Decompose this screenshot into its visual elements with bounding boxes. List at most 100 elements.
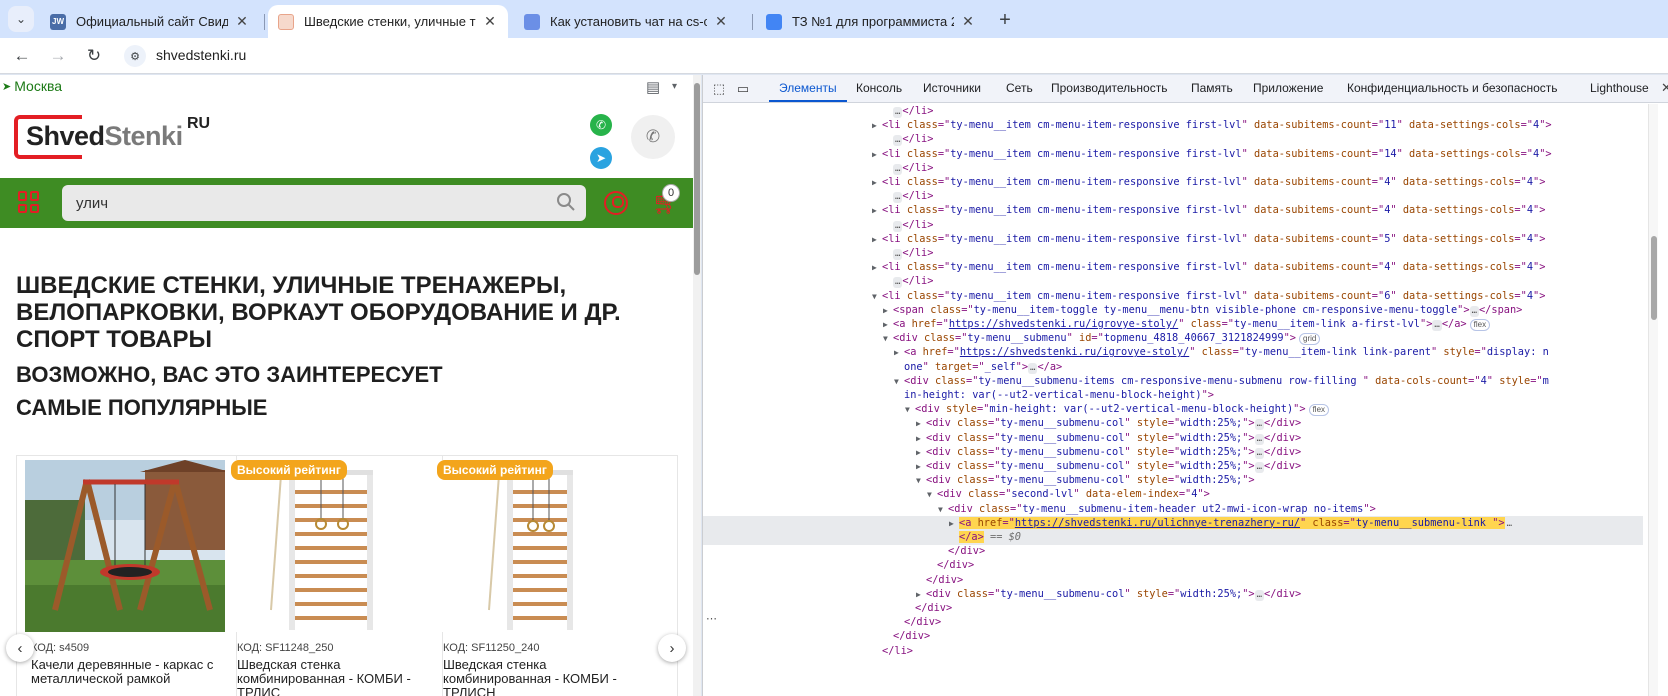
product-card[interactable]: КОД: s4509 Качели деревянные - каркас с …	[17, 456, 237, 696]
dom-node-line[interactable]: </div>	[703, 544, 1643, 559]
devtools-tab-network[interactable]: Сеть	[1006, 81, 1033, 95]
product-image-wall-bars[interactable]	[231, 460, 431, 632]
dom-node-line[interactable]: ▶ <li class="ty-menu__item cm-menu-item-r…	[703, 232, 1643, 247]
site-scrollbar[interactable]	[693, 75, 701, 696]
dom-node-line[interactable]: </div>	[703, 573, 1643, 588]
expanded-triangle-icon[interactable]: ▼	[905, 402, 915, 417]
dom-node-line[interactable]: … </li>	[703, 246, 1643, 261]
ellipsis-icon[interactable]: …	[893, 107, 903, 118]
devtools-tab-sources[interactable]: Источники	[923, 81, 981, 95]
dom-node-line[interactable]: ▶ <span class="ty-menu__item-toggle ty-me…	[703, 303, 1643, 318]
collapsed-triangle-icon[interactable]: ▶	[916, 445, 926, 460]
back-button[interactable]: ←	[10, 44, 34, 68]
close-icon[interactable]: ✕	[482, 13, 498, 30]
address-bar[interactable]: shvedstenki.ru	[156, 47, 246, 63]
whatsapp-icon[interactable]: ✆	[590, 114, 612, 136]
dom-node-line[interactable]: … </li>	[703, 274, 1643, 289]
dom-node-line[interactable]: </li>	[703, 644, 1643, 659]
ellipsis-icon[interactable]: …	[893, 277, 903, 289]
ellipsis-icon[interactable]: …	[1254, 589, 1265, 601]
account-icon[interactable]	[604, 191, 628, 215]
dom-node-line[interactable]: one" target="_self">… </a>	[703, 360, 1643, 375]
scrollbar-thumb[interactable]	[694, 83, 700, 275]
collapsed-triangle-icon[interactable]: ▶	[872, 232, 882, 247]
ellipsis-icon[interactable]: …	[1254, 419, 1265, 431]
dom-tree-scrollbar[interactable]	[1648, 104, 1658, 696]
collapsed-triangle-icon[interactable]: ▶	[872, 203, 882, 218]
product-card[interactable]: Высокий рейтинг КОД: SF11250_240 Шведска…	[429, 456, 649, 696]
dom-node-line[interactable]: </div>	[703, 629, 1643, 644]
close-icon[interactable]: ✕	[713, 13, 729, 30]
ellipsis-icon[interactable]: …	[893, 192, 903, 204]
collapsed-triangle-icon[interactable]: ▶	[916, 587, 926, 602]
tab-jw[interactable]: JW Официальный сайт Свидетел ✕	[40, 5, 260, 38]
collapsed-triangle-icon[interactable]: ▶	[872, 260, 882, 275]
collapsed-triangle-icon[interactable]: ▶	[916, 416, 926, 431]
ellipsis-icon[interactable]: …	[893, 220, 903, 232]
tab-shvedstenki[interactable]: Шведские стенки, уличные тре ✕	[268, 5, 508, 38]
product-name[interactable]: Шведская стенка комбинированная - КОМБИ …	[237, 658, 437, 696]
ellipsis-icon[interactable]: …	[893, 163, 903, 175]
product-image-wall-bars[interactable]	[437, 460, 637, 632]
ellipsis-icon[interactable]: …	[1254, 462, 1265, 473]
chevron-down-icon[interactable]: ▾	[672, 81, 677, 92]
collapsed-triangle-icon[interactable]: ▶	[916, 459, 926, 474]
dom-node-line[interactable]: ▶ <div class="ty-menu__submenu-col" style…	[703, 431, 1643, 446]
dom-node-line[interactable]: ▶ <a href="https://shvedstenki.ru/igrovye…	[703, 345, 1643, 360]
collapsed-triangle-icon[interactable]: ▶	[872, 175, 882, 190]
ellipsis-icon[interactable]: …	[1254, 433, 1265, 445]
dom-node-line[interactable]: in-height: var(--ut2-vertical-menu-block…	[703, 388, 1643, 403]
dom-node-line[interactable]: ▼ <div class="second-lvl" data-elem-index…	[703, 487, 1643, 502]
devtools-tab-lighthouse[interactable]: Lighthouse	[1590, 81, 1649, 95]
dom-node-line[interactable]: ▶ <li class="ty-menu__item cm-menu-item-r…	[703, 260, 1643, 275]
collapsed-triangle-icon[interactable]: ▶	[949, 516, 959, 531]
devtools-tab-performance[interactable]: Производительность	[1051, 81, 1167, 95]
ellipsis-icon[interactable]: …	[893, 135, 903, 147]
close-icon[interactable]: ✕	[960, 13, 976, 30]
new-tab-button[interactable]: +	[992, 7, 1018, 33]
devtools-tab-application[interactable]: Приложение	[1253, 81, 1323, 95]
expanded-triangle-icon[interactable]: ▼	[872, 289, 882, 304]
devtools-tab-privacy[interactable]: Конфиденциальность и безопасность	[1347, 81, 1558, 95]
reading-mode-icon[interactable]: ▤	[646, 78, 660, 96]
product-image-swing[interactable]	[25, 460, 225, 632]
dom-node-line[interactable]: </div>	[703, 615, 1643, 630]
callback-button[interactable]: ✆	[631, 115, 675, 159]
search-icon[interactable]	[556, 192, 576, 212]
expanded-triangle-icon[interactable]: ▼	[938, 502, 948, 517]
scrollbar-thumb[interactable]	[1651, 236, 1657, 320]
reload-button[interactable]: ↻	[82, 44, 106, 68]
product-name[interactable]: Качели деревянные - каркас с металлическ…	[31, 658, 231, 686]
catalog-grid-icon[interactable]	[18, 191, 40, 213]
dom-node-line[interactable]: ▼ <div style="min-height: var(--ut2-verti…	[703, 402, 1643, 417]
dom-node-line[interactable]: ▼ <div class="ty-menu__submenu-items cm-r…	[703, 374, 1643, 389]
dom-node-line[interactable]: </div>	[703, 558, 1643, 573]
telegram-icon[interactable]: ➤	[590, 147, 612, 169]
dom-node-line[interactable]: ▶ <li class="ty-menu__item cm-menu-item-r…	[703, 118, 1643, 133]
dom-node-line[interactable]: ▶ <li class="ty-menu__item cm-menu-item-r…	[703, 203, 1643, 218]
tab-docs[interactable]: ТЗ №1 для программиста 2025 ✕	[756, 5, 986, 38]
expanded-triangle-icon[interactable]: ▼	[916, 473, 926, 488]
close-icon[interactable]: ✕	[234, 13, 250, 30]
site-logo[interactable]: ShvedStenki RU	[14, 115, 214, 163]
city-selector[interactable]: ➤ Москва	[2, 78, 62, 94]
dom-node-line[interactable]: ▶ <a href="https://shvedstenki.ru/ulichny…	[703, 515, 1643, 531]
ellipsis-icon[interactable]: …	[1504, 518, 1515, 530]
dom-node-line[interactable]: ▼ <li class="ty-menu__item cm-menu-item-r…	[703, 289, 1643, 304]
collapsed-triangle-icon[interactable]: ▶	[894, 345, 904, 360]
site-info-button[interactable]: ⚙	[124, 45, 146, 67]
collapsed-triangle-icon[interactable]: ▶	[916, 431, 926, 446]
expanded-triangle-icon[interactable]: ▼	[883, 331, 893, 346]
devtools-tab-memory[interactable]: Память	[1191, 81, 1233, 95]
dom-node-line[interactable]: … </li>	[703, 104, 1643, 119]
collapsed-triangle-icon[interactable]: ▶	[883, 303, 893, 318]
devtools-tab-elements[interactable]: Элементы	[779, 81, 837, 95]
dom-node-line[interactable]: ▶ <li class="ty-menu__item cm-menu-item-r…	[703, 147, 1643, 162]
search-input[interactable]	[76, 193, 516, 213]
tab-cs-cart[interactable]: Как установить чат на cs-cart7 ✕	[514, 5, 739, 38]
dom-node-line[interactable]: </a> == $0	[703, 530, 1643, 545]
dom-node-line[interactable]: … </li>	[703, 218, 1643, 233]
dom-node-line[interactable]: ▶ <a href="https://shvedstenki.ru/igrovye…	[703, 317, 1643, 332]
ellipsis-icon[interactable]: …	[1432, 320, 1442, 331]
collapsed-triangle-icon[interactable]: ▶	[872, 118, 882, 133]
